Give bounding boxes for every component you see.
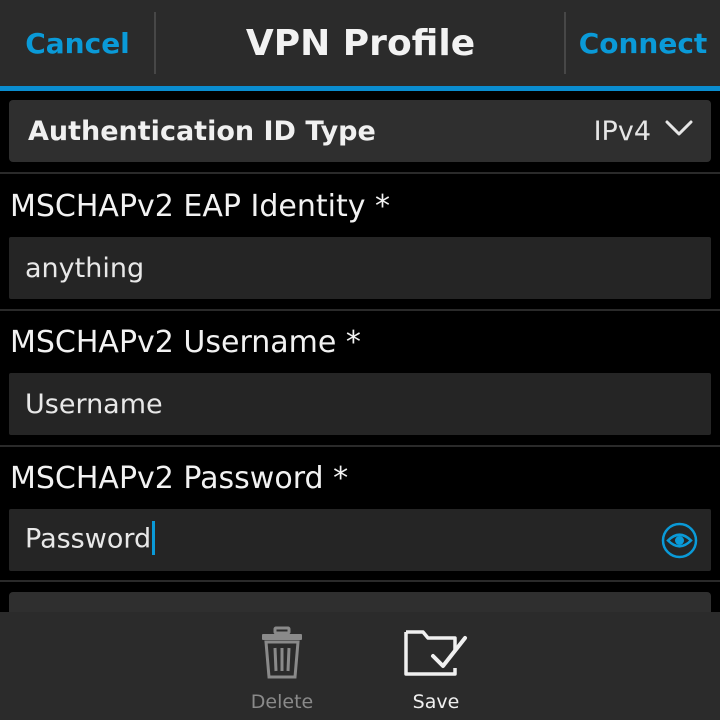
separator (0, 580, 720, 582)
eap-identity-value: anything (25, 252, 145, 284)
eap-identity-field[interactable]: anything (9, 237, 711, 299)
password-label: MSCHAPv2 Password * (10, 461, 349, 496)
folder-check-icon (404, 630, 467, 676)
separator (0, 445, 720, 447)
save-label: Save (412, 691, 460, 713)
trash-icon (262, 626, 302, 679)
separator (0, 172, 720, 174)
auth-id-type-label: Authentication ID Type (28, 115, 376, 147)
auth-id-type-value: IPv4 (593, 115, 651, 147)
password-value-wrap: Password (25, 521, 156, 557)
page-title: VPN Profile (245, 22, 476, 64)
username-field[interactable]: Username (9, 373, 711, 435)
text-cursor (152, 521, 156, 555)
username-label: MSCHAPv2 Username * (10, 325, 361, 360)
save-button[interactable]: Save (381, 612, 491, 720)
delete-button[interactable]: Delete (227, 612, 337, 720)
delete-label: Delete (250, 691, 314, 713)
cancel-button[interactable]: Cancel (0, 0, 155, 86)
eye-icon[interactable] (661, 522, 698, 559)
title-bar: Cancel VPN Profile Connect (0, 0, 720, 91)
chevron-down-icon (665, 120, 693, 136)
password-field[interactable]: Password (9, 509, 711, 571)
auth-id-type-dropdown[interactable]: Authentication ID Type IPv4 (9, 100, 711, 162)
username-placeholder: Username (25, 388, 163, 420)
connect-button[interactable]: Connect (566, 0, 720, 86)
eap-identity-label: MSCHAPv2 EAP Identity * (10, 189, 391, 224)
separator (0, 309, 720, 311)
title-accent-line (0, 86, 720, 91)
title-divider-left (154, 12, 156, 74)
password-placeholder: Password (25, 523, 152, 555)
action-bar: Delete Save (0, 612, 720, 720)
